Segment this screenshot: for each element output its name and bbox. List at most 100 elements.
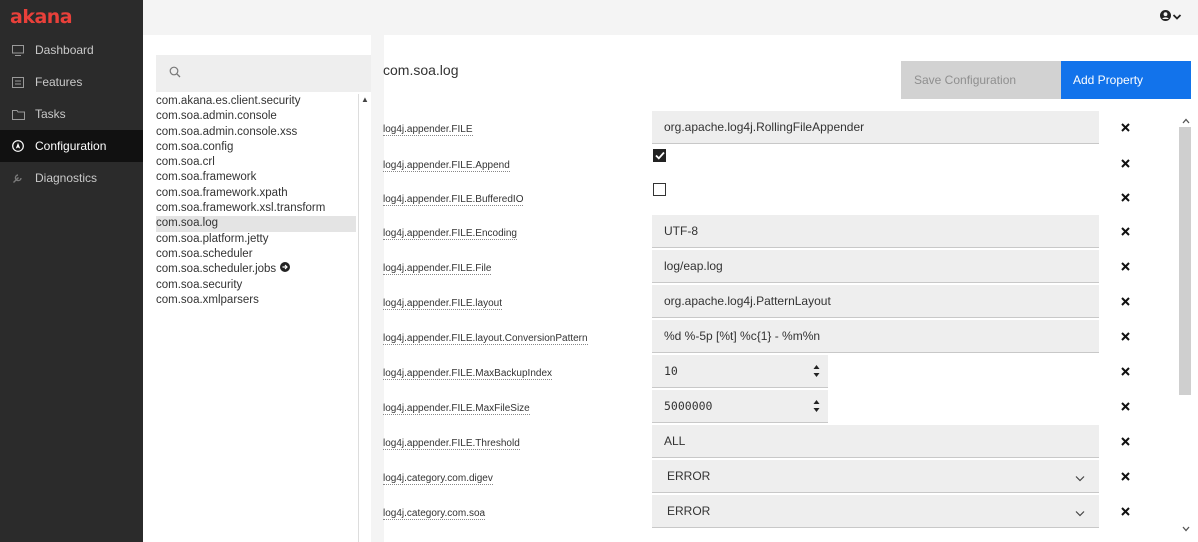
property-name[interactable]: log4j.appender.FILE.File	[383, 263, 492, 275]
property-value: 5000000	[664, 399, 713, 413]
property-value: UTF-8	[664, 224, 698, 238]
search-input[interactable]	[156, 55, 371, 92]
property-row: log4j.appender.FILE org.apache.log4j.Roll…	[383, 111, 1183, 146]
sidebar-item-dashboard[interactable]: Dashboard	[0, 34, 143, 66]
config-list-item[interactable]: com.soa.framework	[156, 170, 358, 185]
property-row: log4j.appender.FILE.File log/eap.log	[383, 250, 1183, 285]
property-name[interactable]: log4j.appender.FILE.MaxBackupIndex	[383, 368, 552, 380]
arrow-circle-right-icon[interactable]	[280, 262, 291, 277]
delete-property-icon[interactable]	[1121, 225, 1133, 237]
config-list-item[interactable]: com.soa.xmlparsers	[156, 293, 358, 308]
config-list-item[interactable]: com.soa.config	[156, 140, 358, 155]
spinner-icon[interactable]	[813, 399, 820, 416]
config-list-item-label: com.soa.framework.xsl.transform	[156, 202, 326, 215]
delete-property-icon[interactable]	[1121, 330, 1133, 342]
property-input[interactable]: %d %-5p [%t] %c{1} - %m%n	[652, 320, 1099, 353]
chevron-down-icon[interactable]	[1075, 506, 1085, 520]
logo-text: akana	[10, 6, 73, 28]
delete-property-icon[interactable]	[1121, 435, 1133, 447]
config-list-item[interactable]: com.akana.es.client.security	[156, 94, 358, 109]
delete-property-icon[interactable]	[1121, 505, 1133, 517]
property-name[interactable]: log4j.category.com.soa	[383, 508, 486, 520]
property-input[interactable]: ALL	[652, 425, 1099, 458]
property-name[interactable]: log4j.appender.FILE.layout.ConversionPat…	[383, 333, 588, 345]
delete-property-icon[interactable]	[1121, 365, 1133, 377]
config-list-item-label: com.soa.scheduler.jobs	[156, 263, 277, 276]
monitor-icon	[12, 44, 35, 56]
config-list-item[interactable]: com.soa.security	[156, 278, 358, 293]
page-title: com.soa.log	[383, 62, 459, 78]
property-select[interactable]: ERROR	[652, 495, 1099, 528]
delete-property-icon[interactable]	[1121, 191, 1133, 203]
property-select[interactable]: ERROR	[652, 460, 1099, 493]
scroll-thumb[interactable]	[1179, 127, 1191, 395]
features-icon	[12, 76, 35, 88]
main-content: com.akana.es.client.security com.soa.admi…	[143, 35, 1198, 542]
property-row: log4j.appender.FILE.MaxFileSize 5000000	[383, 390, 1183, 425]
property-name[interactable]: log4j.appender.FILE.layout	[383, 298, 502, 310]
config-list-item[interactable]: com.soa.framework.xsl.transform	[156, 201, 358, 216]
spinner-icon[interactable]	[813, 364, 820, 381]
scroll-down-icon[interactable]	[1182, 521, 1190, 535]
property-number-input[interactable]: 5000000	[652, 390, 828, 423]
property-value: log/eap.log	[664, 259, 723, 273]
property-input[interactable]: UTF-8	[652, 215, 1099, 248]
property-input[interactable]: org.apache.log4j.RollingFileAppender	[652, 111, 1099, 144]
config-list-item[interactable]: com.soa.platform.jetty	[156, 232, 358, 247]
delete-property-icon[interactable]	[1121, 121, 1133, 133]
config-list-item-label: com.soa.scheduler	[156, 247, 253, 260]
property-value: ERROR	[667, 469, 711, 483]
checkmark-icon	[654, 151, 665, 160]
delete-property-icon[interactable]	[1121, 400, 1133, 412]
property-input[interactable]: org.apache.log4j.PatternLayout	[652, 285, 1099, 318]
property-row: log4j.appender.FILE.Threshold ALL	[383, 425, 1183, 460]
property-checkbox[interactable]	[653, 183, 666, 196]
sidebar-item-label: Diagnostics	[35, 171, 98, 185]
save-configuration-button[interactable]: Save Configuration	[901, 61, 1061, 99]
scroll-up-icon[interactable]	[1182, 113, 1190, 127]
sidebar-item-tasks[interactable]: Tasks	[0, 98, 143, 130]
delete-property-icon[interactable]	[1121, 157, 1133, 169]
config-list-item[interactable]: com.soa.scheduler	[156, 247, 358, 262]
property-number-input[interactable]: 10	[652, 355, 828, 388]
properties-scrollbar[interactable]	[1179, 111, 1193, 532]
search-icon	[169, 66, 181, 81]
config-list-item[interactable]: com.soa.framework.xpath	[156, 186, 358, 201]
property-row: log4j.appender.FILE.layout.ConversionPat…	[383, 320, 1183, 355]
chevron-down-icon[interactable]	[1075, 471, 1085, 485]
property-checkbox[interactable]	[653, 149, 666, 162]
config-list-item[interactable]: com.soa.admin.console	[156, 109, 358, 124]
config-list-item[interactable]: com.soa.crl	[156, 155, 358, 170]
wrench-icon	[12, 172, 35, 184]
property-name[interactable]: log4j.category.com.digev	[383, 473, 493, 485]
list-scrollbar[interactable]: ▲	[358, 94, 371, 542]
property-row: log4j.category.com.digev ERROR	[383, 460, 1183, 495]
config-list-item[interactable]: com.soa.log	[156, 216, 356, 232]
property-name[interactable]: log4j.appender.FILE.Threshold	[383, 438, 520, 450]
add-property-button[interactable]: Add Property	[1061, 61, 1191, 99]
delete-property-icon[interactable]	[1121, 260, 1133, 272]
delete-property-icon[interactable]	[1121, 295, 1133, 307]
property-row: log4j.appender.FILE.BufferedIO	[383, 181, 1183, 216]
property-name[interactable]: log4j.appender.FILE	[383, 124, 473, 136]
sidebar-item-label: Tasks	[35, 107, 66, 121]
config-list-item-label: com.soa.config	[156, 140, 234, 153]
scroll-up-icon[interactable]: ▲	[361, 95, 369, 104]
property-name[interactable]: log4j.appender.FILE.BufferedIO	[383, 194, 524, 206]
delete-property-icon[interactable]	[1121, 470, 1133, 482]
sidebar-item-diagnostics[interactable]: Diagnostics	[0, 162, 143, 194]
chevron-down-icon	[1172, 10, 1182, 24]
config-list-item-label: com.soa.admin.console.xss	[156, 125, 298, 138]
config-list-item-label: com.soa.crl	[156, 156, 215, 169]
sidebar-item-configuration[interactable]: Configuration	[0, 130, 143, 162]
property-name[interactable]: log4j.appender.FILE.Encoding	[383, 228, 517, 240]
property-name[interactable]: log4j.appender.FILE.MaxFileSize	[383, 403, 530, 415]
config-list-item[interactable]: com.soa.admin.console.xss	[156, 125, 358, 140]
property-input[interactable]: log/eap.log	[652, 250, 1099, 283]
config-list-item-label: com.soa.security	[156, 278, 243, 291]
user-menu[interactable]	[1160, 10, 1182, 24]
property-name[interactable]: log4j.appender.FILE.Append	[383, 160, 510, 172]
config-list-item[interactable]: com.soa.scheduler.jobs	[156, 262, 358, 277]
top-bar	[143, 0, 1198, 35]
sidebar-item-features[interactable]: Features	[0, 66, 143, 98]
